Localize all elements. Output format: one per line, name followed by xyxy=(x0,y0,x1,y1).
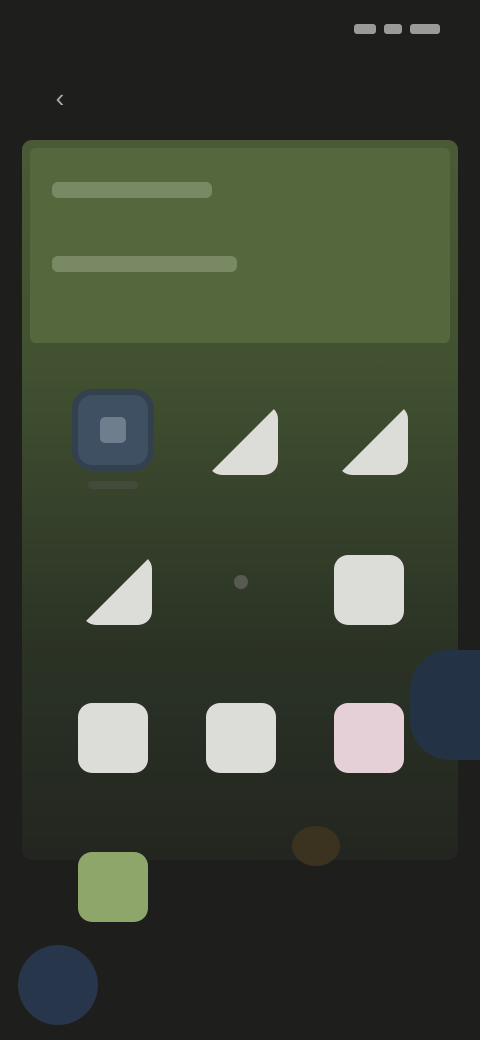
signal-icon xyxy=(354,24,376,34)
floating-action-button[interactable] xyxy=(18,945,98,1025)
grid-item-label xyxy=(186,785,296,801)
tile-icon xyxy=(78,703,148,773)
grid-item-label xyxy=(62,637,172,653)
signal-tile-icon xyxy=(338,405,408,475)
grid-item-4[interactable] xyxy=(62,545,172,675)
grid-item-label xyxy=(58,477,168,493)
grid-item-7[interactable] xyxy=(58,693,168,823)
top-bar: ‹ xyxy=(0,60,480,130)
grid-item-2[interactable] xyxy=(188,395,298,525)
indicator-dot xyxy=(292,826,340,866)
action-button[interactable] xyxy=(384,80,454,110)
signal-tile-icon xyxy=(82,555,152,625)
status-time xyxy=(38,20,108,38)
header-title xyxy=(52,182,212,198)
signal-tile-icon xyxy=(208,405,278,475)
header-subtitle xyxy=(52,256,237,272)
grid-item-label xyxy=(58,785,168,801)
grid-item-8[interactable] xyxy=(186,693,296,823)
grid-item-9[interactable] xyxy=(314,693,424,823)
tile-icon xyxy=(334,703,404,773)
grid-item-3[interactable] xyxy=(318,395,428,525)
grid-item-label xyxy=(314,637,424,653)
back-arrow-icon[interactable]: ‹ xyxy=(40,78,80,118)
tile-icon xyxy=(206,703,276,773)
wifi-icon xyxy=(384,24,402,34)
tile-icon xyxy=(78,852,148,922)
active-tile-icon xyxy=(78,395,148,465)
tile-icon xyxy=(334,555,404,625)
page-title xyxy=(150,80,330,110)
grid-item-1[interactable] xyxy=(58,385,168,515)
grid-item-label xyxy=(314,785,424,801)
grid-item-label xyxy=(318,487,428,503)
status-icons xyxy=(330,20,440,38)
status-bar xyxy=(0,0,480,60)
grid-item-5[interactable] xyxy=(186,545,296,675)
grid-item-6[interactable] xyxy=(314,545,424,675)
grid-item-label xyxy=(188,487,298,503)
side-handle[interactable] xyxy=(410,650,480,760)
dot-tile-icon xyxy=(206,555,276,625)
battery-icon xyxy=(410,24,440,34)
header-card[interactable] xyxy=(30,148,450,343)
grid-item-label xyxy=(186,637,296,653)
